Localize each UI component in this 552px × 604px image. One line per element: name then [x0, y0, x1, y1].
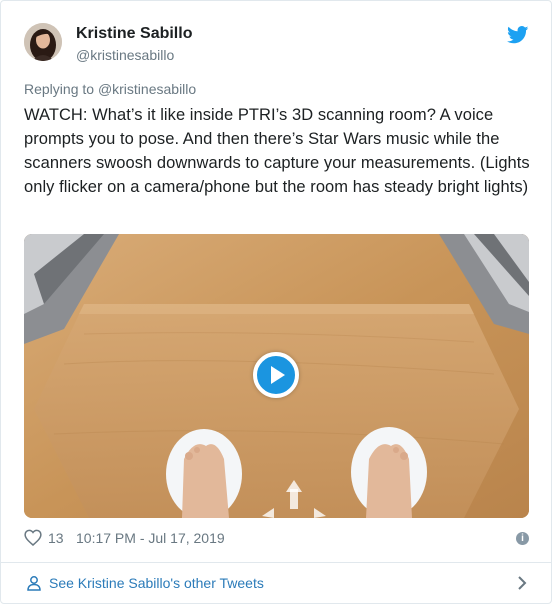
tweet-header: Kristine Sabillo @kristinesabillo — [24, 23, 531, 67]
tweet-meta: 13 10:17 PM - Jul 17, 2019 i — [24, 529, 531, 551]
reply-context: Replying to @kristinesabillo — [24, 81, 196, 97]
avatar[interactable] — [24, 23, 62, 61]
reply-handle-link[interactable]: @kristinesabillo — [98, 81, 196, 97]
tweet-text: WATCH: What’s it like inside PTRI’s 3D s… — [24, 106, 530, 196]
see-other-tweets-label: See Kristine Sabillo's other Tweets — [49, 575, 264, 591]
reply-prefix: Replying to — [24, 81, 95, 97]
author-name[interactable]: Kristine Sabillo — [76, 25, 192, 43]
play-button[interactable] — [253, 352, 299, 398]
info-icon[interactable]: i — [516, 532, 529, 545]
like-count: 13 — [48, 529, 64, 546]
video-player[interactable] — [24, 234, 529, 518]
like-button[interactable]: 13 — [24, 529, 64, 546]
twitter-bird-icon[interactable] — [507, 26, 529, 44]
play-icon — [271, 366, 285, 384]
chevron-right-icon — [518, 576, 527, 590]
embedded-tweet-card: Kristine Sabillo @kristinesabillo Replyi… — [0, 0, 552, 604]
see-other-tweets-link[interactable]: See Kristine Sabillo's other Tweets — [24, 563, 531, 604]
author-handle[interactable]: @kristinesabillo — [76, 47, 174, 63]
avatar-image — [24, 23, 62, 61]
person-icon — [27, 576, 41, 591]
heart-icon — [24, 529, 42, 546]
tweet-timestamp[interactable]: 10:17 PM - Jul 17, 2019 — [76, 530, 225, 546]
